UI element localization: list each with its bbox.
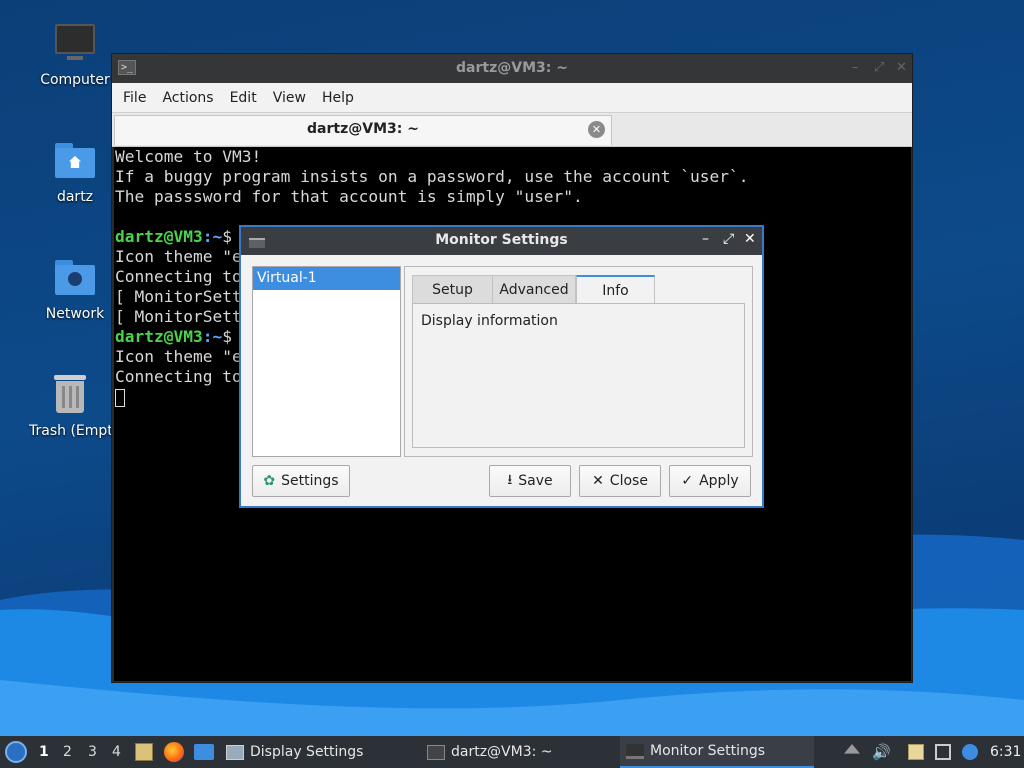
prompt-separator: : — [202, 227, 213, 246]
terminal-line: If a buggy program insists on a password… — [115, 167, 749, 186]
dialog-title: Monitor Settings — [435, 232, 568, 248]
settings-notebook: Setup Advanced Info Display information — [404, 266, 753, 457]
taskbar: 1 2 3 4 Display Settings dartz@VM3: ~ Mo… — [0, 736, 1024, 768]
settings-gear-icon: ✿ — [263, 473, 276, 489]
prompt-symbol: $ — [222, 227, 232, 246]
eject-icon[interactable] — [844, 744, 860, 754]
menu-help[interactable]: Help — [317, 90, 365, 106]
clock[interactable]: 6:31 — [990, 744, 1021, 760]
task-display-settings[interactable]: Display Settings — [226, 736, 363, 768]
menu-view[interactable]: View — [268, 90, 317, 106]
maximize-icon[interactable]: ⤢ — [874, 60, 884, 75]
maximize-icon[interactable]: ⤢ — [723, 231, 734, 247]
terminal-line: The passsword for that account is simply… — [115, 187, 583, 206]
settings-button-label: Settings — [281, 473, 339, 489]
task-terminal[interactable]: dartz@VM3: ~ — [427, 736, 553, 768]
notification-icon[interactable] — [962, 744, 978, 760]
desktop-icon-label: Trash (Empty) — [29, 423, 115, 439]
trash-icon — [48, 373, 92, 417]
workspace-4[interactable]: 4 — [112, 744, 121, 760]
firefox-launcher-icon[interactable] — [164, 742, 184, 762]
desktop-launcher-icon[interactable] — [194, 744, 214, 760]
terminal-line: Welcome to VM3! — [115, 147, 262, 166]
tab-advanced[interactable]: Advanced — [492, 275, 576, 304]
task-label: Monitor Settings — [650, 743, 766, 759]
task-label: Display Settings — [250, 744, 364, 760]
apply-button[interactable]: ✓ Apply — [669, 465, 751, 497]
text-cursor — [115, 388, 125, 407]
info-text: Display information — [421, 313, 558, 329]
close-button[interactable]: ✕ Close — [579, 465, 661, 497]
prompt-user: dartz@VM3 — [115, 227, 203, 246]
tab-info[interactable]: Info — [576, 275, 655, 305]
terminal-menubar: File Actions Edit View Help — [112, 83, 912, 113]
prompt-symbol: $ — [222, 327, 232, 346]
network-icon[interactable] — [935, 744, 951, 760]
window-title: dartz@VM3: ~ — [456, 60, 568, 76]
terminal-tab[interactable]: dartz@VM3: ~ ✕ — [114, 115, 612, 145]
output-list[interactable]: Virtual-1 — [252, 266, 401, 457]
desktop-icon-network[interactable]: Network — [25, 256, 125, 322]
desktop-icon-label: dartz — [56, 189, 94, 205]
prompt-path: ~ — [212, 327, 223, 346]
workspace-1[interactable]: 1 — [39, 744, 49, 760]
terminal-tabbar: dartz@VM3: ~ ✕ — [112, 113, 912, 147]
info-tab-page: Display information — [412, 303, 745, 448]
tab-setup[interactable]: Setup — [412, 275, 493, 304]
tab-label: dartz@VM3: ~ — [307, 121, 419, 137]
workspace-3[interactable]: 3 — [88, 744, 97, 760]
monitor-icon — [626, 743, 644, 759]
computer-icon — [53, 22, 97, 66]
clipboard-icon[interactable] — [908, 744, 924, 760]
home-folder-icon — [53, 139, 97, 183]
task-label: dartz@VM3: ~ — [451, 744, 553, 760]
prompt-path: ~ — [212, 227, 223, 246]
save-button[interactable]: ⭳ Save — [489, 465, 571, 497]
workspace-2[interactable]: 2 — [63, 744, 72, 760]
prompt-separator: : — [202, 327, 213, 346]
task-monitor-settings[interactable]: Monitor Settings — [620, 736, 814, 768]
network-folder-icon — [53, 256, 97, 300]
desktop-icon-label: Computer — [40, 72, 110, 88]
dialog-titlebar[interactable]: Monitor Settings – ⤢ ✕ — [241, 227, 762, 255]
minimize-icon[interactable]: – — [702, 231, 709, 247]
file-manager-launcher-icon[interactable] — [135, 743, 153, 761]
apply-button-label: Apply — [699, 473, 739, 489]
close-button-label: Close — [609, 473, 648, 489]
menu-actions[interactable]: Actions — [157, 90, 224, 106]
prompt-user: dartz@VM3 — [115, 327, 203, 346]
monitor-settings-dialog[interactable]: Monitor Settings – ⤢ ✕ Virtual-1 Setup A… — [239, 225, 764, 508]
terminal-icon — [427, 744, 445, 760]
display-settings-icon — [226, 744, 244, 760]
tab-close-icon[interactable]: ✕ — [588, 121, 605, 138]
menu-file[interactable]: File — [118, 90, 157, 106]
minimize-icon[interactable]: – — [852, 60, 859, 75]
menu-edit[interactable]: Edit — [225, 90, 268, 106]
close-icon[interactable]: ✕ — [744, 231, 756, 247]
volume-icon[interactable]: 🔊 — [872, 744, 891, 760]
save-button-label: Save — [518, 473, 553, 489]
settings-button[interactable]: ✿ Settings — [252, 465, 350, 497]
close-icon[interactable]: ✕ — [896, 60, 907, 75]
desktop-icon-trash[interactable]: Trash (Empty) — [25, 373, 115, 439]
terminal-titlebar[interactable]: >_ dartz@VM3: ~ – ⤢ ✕ — [112, 54, 912, 83]
desktop-icon-computer[interactable]: Computer — [25, 22, 125, 88]
output-item-virtual-1[interactable]: Virtual-1 — [253, 267, 400, 290]
desktop-icon-label: Network — [45, 306, 105, 322]
app-menu-icon[interactable] — [5, 741, 27, 763]
checkmark-icon: ✓ — [681, 473, 694, 489]
desktop-icon-dartz[interactable]: dartz — [25, 139, 125, 205]
download-icon: ⭳ — [507, 472, 513, 488]
close-x-icon: ✕ — [592, 473, 604, 489]
